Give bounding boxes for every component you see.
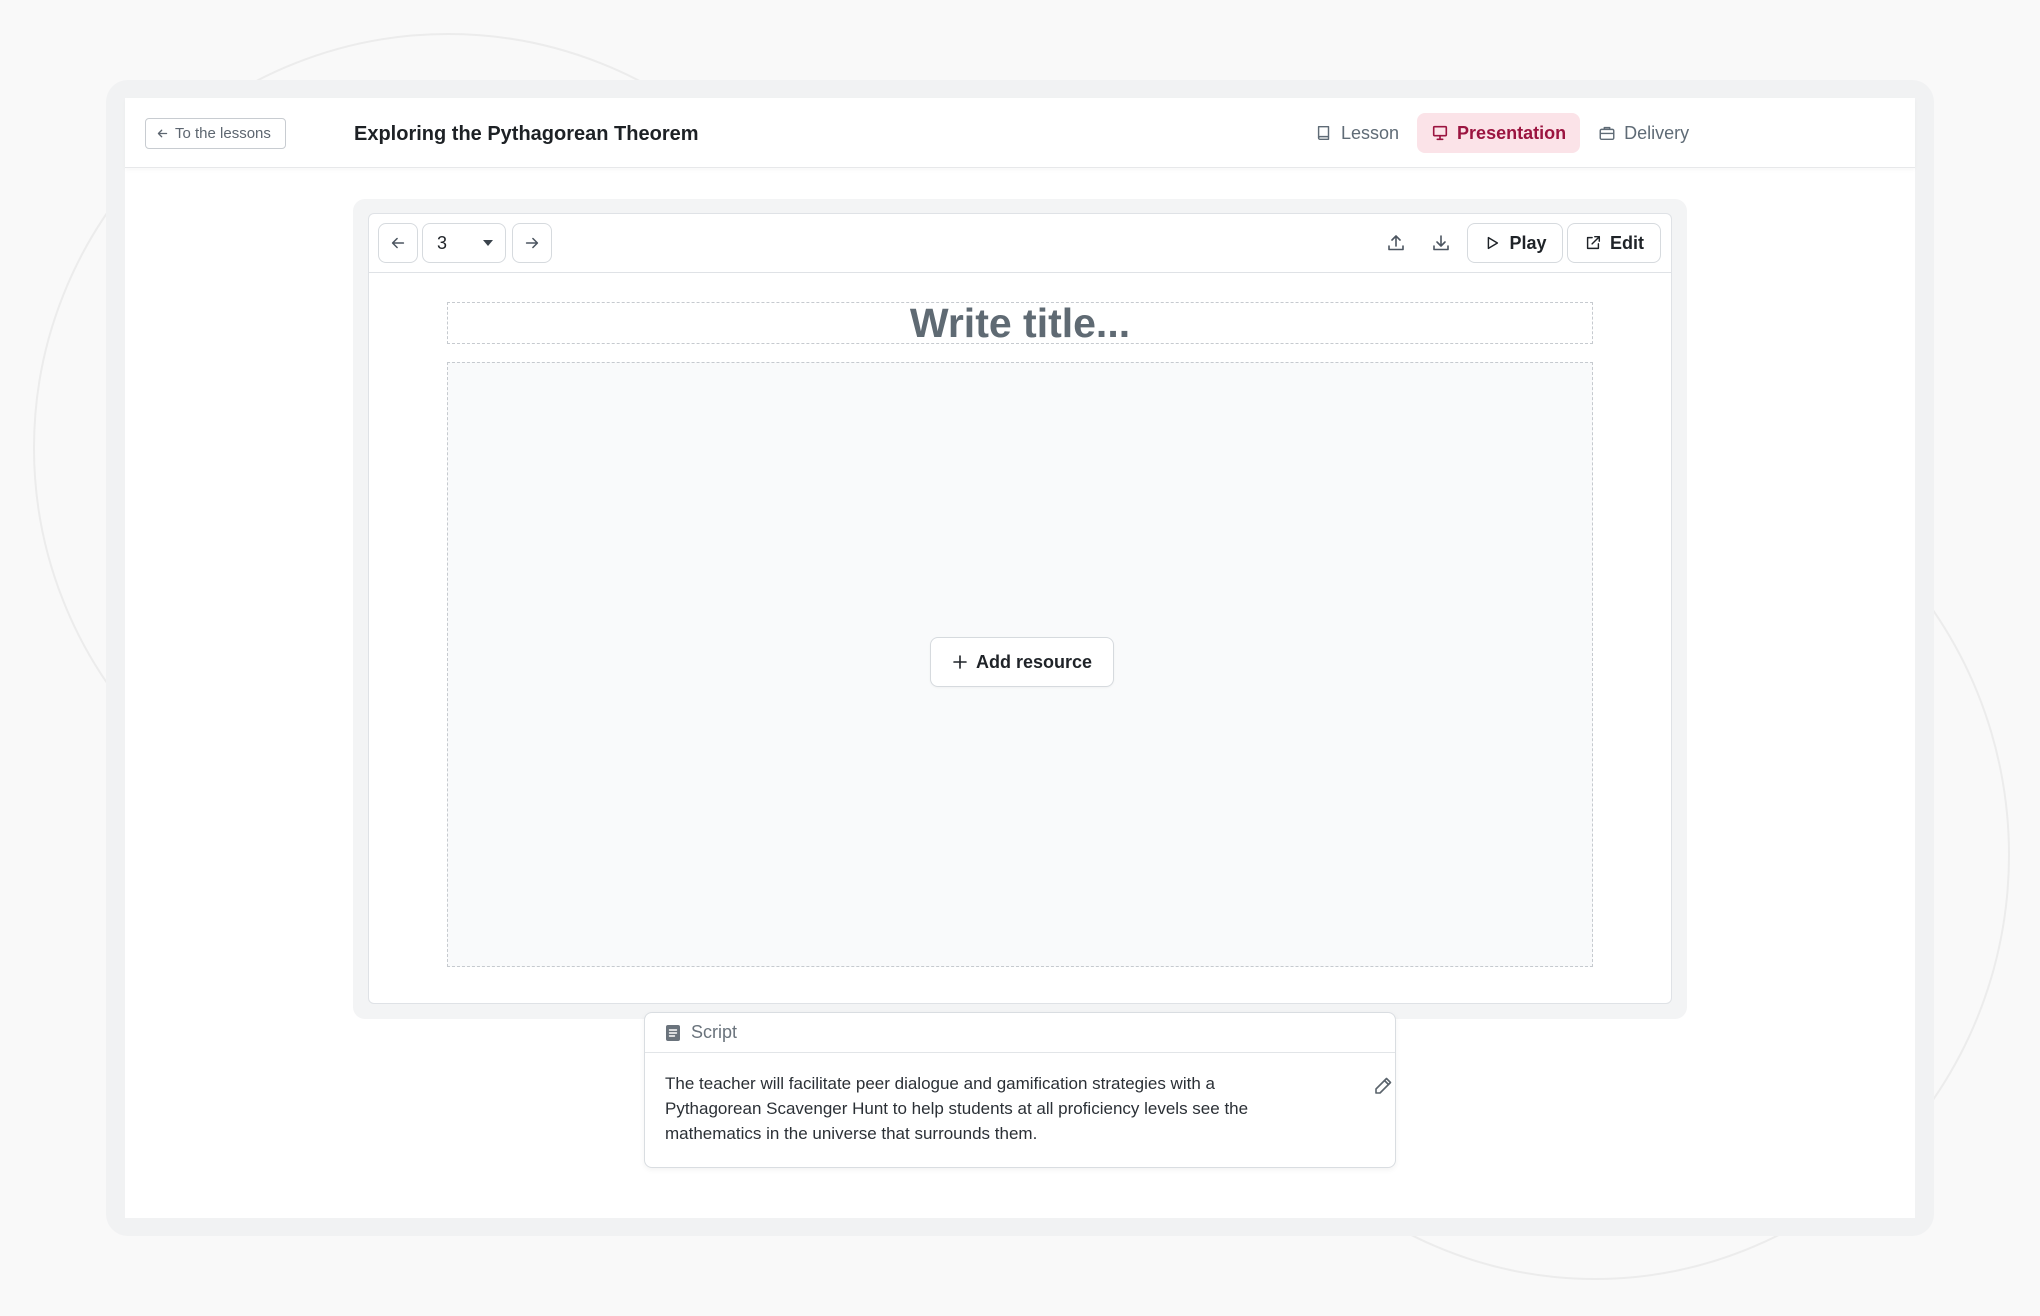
download-button[interactable] [1421, 223, 1461, 263]
slide-title-placeholder[interactable]: Write title... [447, 300, 1593, 346]
slide-number-value: 3 [437, 232, 448, 253]
page-title: Exploring the Pythagorean Theorem [354, 123, 699, 145]
tab-delivery[interactable]: Delivery [1584, 113, 1703, 153]
previous-slide-button[interactable] [378, 223, 418, 263]
tab-label: Presentation [1457, 122, 1567, 143]
back-button-label: To the lessons [175, 125, 271, 142]
briefcase-icon [1599, 126, 1615, 141]
app-window: To the lessons Exploring the Pythagorean… [125, 98, 1915, 1218]
upload-button[interactable] [1376, 223, 1416, 263]
tab-label: Delivery [1624, 122, 1690, 143]
arrow-right-icon [525, 237, 539, 249]
pencil-icon [1375, 1077, 1392, 1094]
document-icon [666, 1024, 680, 1041]
tab-lesson[interactable]: Lesson [1301, 113, 1413, 153]
script-panel: Script The teacher will facilitate peer … [644, 1012, 1396, 1168]
tab-label: Lesson [1341, 122, 1400, 143]
next-slide-button[interactable] [512, 223, 552, 263]
edit-button[interactable]: Edit [1567, 223, 1661, 263]
edit-script-button[interactable] [1372, 1075, 1396, 1099]
play-button[interactable]: Play [1467, 223, 1563, 263]
presentation-icon [1432, 125, 1448, 141]
arrow-left-icon [391, 237, 405, 249]
add-resource-label: Add resource [975, 651, 1093, 672]
view-tabs: Lesson Presentation Delivery [1301, 113, 1703, 153]
arrow-left-icon [157, 129, 168, 138]
script-header: Script [645, 1013, 1395, 1053]
back-to-lessons-button[interactable]: To the lessons [145, 118, 286, 149]
add-resource-button[interactable]: Add resource [930, 637, 1114, 687]
play-button-label: Play [1509, 232, 1547, 253]
slide-number-select[interactable]: 3 [422, 223, 506, 263]
download-icon [1433, 235, 1449, 251]
script-heading: Script [691, 1022, 738, 1042]
caret-down-icon [483, 240, 493, 246]
edit-button-label: Edit [1610, 232, 1644, 253]
play-icon [1488, 236, 1499, 250]
upload-icon [1388, 235, 1404, 251]
tab-presentation[interactable]: Presentation [1417, 113, 1581, 153]
top-header: To the lessons Exploring the Pythagorean… [125, 98, 1915, 168]
book-icon [1317, 125, 1330, 141]
slide-card: 3 Play Edit Write title... Add resource [368, 213, 1672, 1004]
script-text: The teacher will facilitate peer dialogu… [665, 1074, 1249, 1143]
slide-toolbar: 3 Play Edit [369, 214, 1671, 273]
slide-content-area: Add resource [447, 362, 1593, 967]
external-link-icon [1586, 235, 1601, 250]
plus-icon [953, 655, 967, 669]
